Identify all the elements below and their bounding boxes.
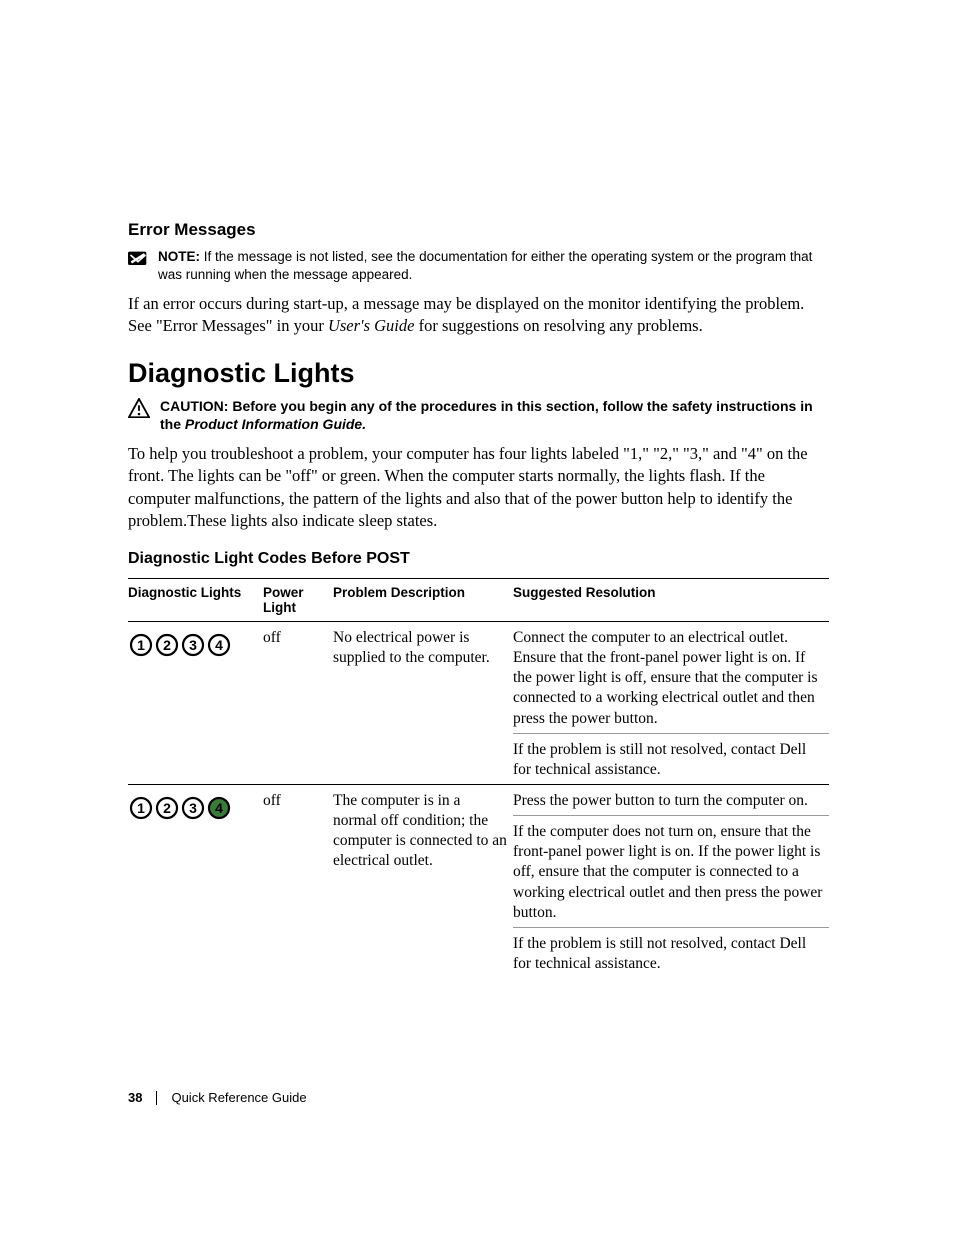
cell-power: off <box>263 785 333 979</box>
codes-table: Diagnostic Lights Power Light Problem De… <box>128 578 829 978</box>
cell-resolution: If the problem is still not resolved, co… <box>513 927 829 978</box>
diagnostic-lights-icon: 1 2 3 4 <box>128 795 257 821</box>
note-icon <box>128 250 148 266</box>
cell-problem: The computer is in a normal off conditio… <box>333 785 513 979</box>
error-body-em: User's Guide <box>328 316 414 335</box>
svg-text:2: 2 <box>163 637 171 653</box>
table-row: 1 2 3 4 off The computer is in a normal … <box>128 785 829 816</box>
svg-text:3: 3 <box>189 637 197 653</box>
error-messages-heading: Error Messages <box>128 220 829 240</box>
page-number: 38 <box>128 1090 142 1105</box>
note-body: If the message is not listed, see the do… <box>158 249 812 282</box>
cell-resolution: If the computer does not turn on, ensure… <box>513 816 829 928</box>
page-footer: 38 Quick Reference Guide <box>128 1090 307 1105</box>
caution-label: CAUTION: <box>160 398 228 414</box>
table-header-row: Diagnostic Lights Power Light Problem De… <box>128 579 829 622</box>
page: Error Messages NOTE: If the message is n… <box>0 0 954 1235</box>
cell-lights: 1 2 3 4 <box>128 622 263 785</box>
footer-divider <box>156 1091 157 1105</box>
note-text: NOTE: If the message is not listed, see … <box>158 248 829 283</box>
svg-text:1: 1 <box>137 637 145 653</box>
codes-heading: Diagnostic Light Codes Before POST <box>128 550 829 568</box>
th-power: Power Light <box>263 579 333 622</box>
th-problem: Problem Description <box>333 579 513 622</box>
svg-text:1: 1 <box>137 800 145 816</box>
svg-text:3: 3 <box>189 800 197 816</box>
cell-resolution: Connect the computer to an electrical ou… <box>513 622 829 734</box>
cell-power: off <box>263 622 333 785</box>
note-label: NOTE: <box>158 249 200 264</box>
cell-resolution: If the problem is still not resolved, co… <box>513 733 829 784</box>
caution-block: CAUTION: Before you begin any of the pro… <box>128 397 829 433</box>
th-resolution: Suggested Resolution <box>513 579 829 622</box>
caution-text: CAUTION: Before you begin any of the pro… <box>160 397 829 433</box>
table-row: 1 2 3 4 off No electrical power is suppl… <box>128 622 829 734</box>
diagnostic-body: To help you troubleshoot a problem, your… <box>128 443 829 532</box>
th-lights: Diagnostic Lights <box>128 579 263 622</box>
svg-text:4: 4 <box>215 637 223 653</box>
diagnostic-lights-icon: 1 2 3 4 <box>128 632 257 658</box>
caution-em: Product Information Guide. <box>185 416 366 432</box>
cell-lights: 1 2 3 4 <box>128 785 263 979</box>
cell-problem: No electrical power is supplied to the c… <box>333 622 513 785</box>
diagnostic-lights-heading: Diagnostic Lights <box>128 358 829 389</box>
error-body-post: for suggestions on resolving any problem… <box>414 316 702 335</box>
svg-text:4: 4 <box>215 800 223 816</box>
cell-resolution: Press the power button to turn the compu… <box>513 785 829 816</box>
caution-icon <box>128 398 150 418</box>
svg-text:2: 2 <box>163 800 171 816</box>
error-body: If an error occurs during start-up, a me… <box>128 293 829 338</box>
note-block: NOTE: If the message is not listed, see … <box>128 248 829 283</box>
footer-title: Quick Reference Guide <box>171 1090 306 1105</box>
